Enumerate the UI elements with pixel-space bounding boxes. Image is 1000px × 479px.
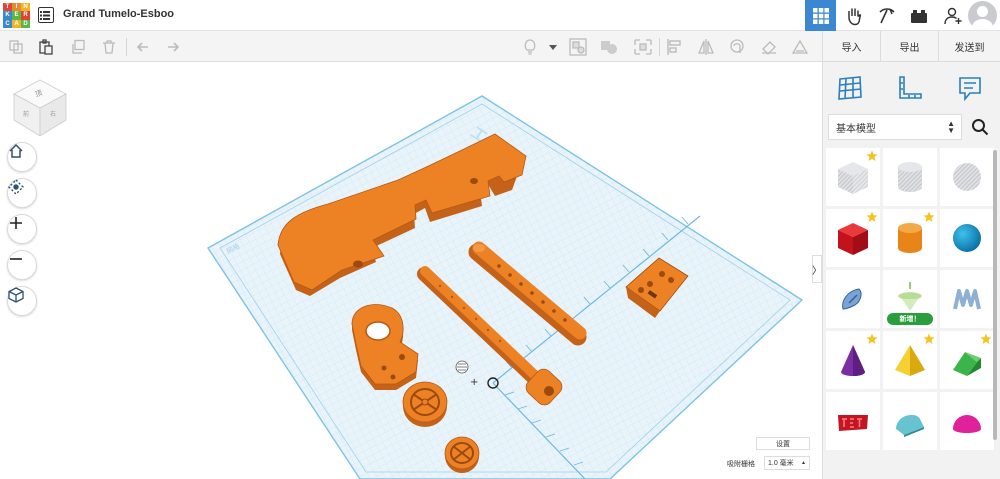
shape-half-cylinder[interactable] bbox=[883, 392, 937, 450]
fit-view-button[interactable] bbox=[7, 178, 37, 208]
cruise-icon[interactable] bbox=[727, 37, 747, 57]
export-button[interactable]: 导出 bbox=[880, 31, 938, 62]
light-bulb-icon[interactable] bbox=[520, 37, 540, 57]
top-bar: TINKERCAD Grand Tumelo-Esboo bbox=[0, 0, 1000, 31]
avatar[interactable] bbox=[968, 1, 997, 30]
delete-icon[interactable] bbox=[99, 37, 119, 57]
shape-half-sphere[interactable] bbox=[940, 392, 994, 450]
logo-letter: T bbox=[3, 3, 12, 12]
notes-tool-icon[interactable] bbox=[952, 70, 988, 106]
ruler-tool-icon[interactable] bbox=[892, 70, 928, 106]
logo-letter: R bbox=[21, 11, 30, 20]
align-icon[interactable] bbox=[665, 37, 685, 57]
view-cube[interactable]: 顶 前 右 bbox=[10, 74, 70, 136]
collapse-panel-button[interactable]: 〉 bbox=[812, 255, 822, 283]
mirror-icon[interactable] bbox=[696, 37, 716, 57]
duplicate-icon[interactable] bbox=[68, 37, 88, 57]
workplane-tool-icon[interactable] bbox=[832, 70, 868, 106]
snap-grid-label: 吸附栅格 bbox=[727, 461, 755, 468]
favorite-star-icon bbox=[923, 333, 935, 344]
shape-cylinder-hole[interactable] bbox=[883, 148, 937, 206]
new-badge: 新增！ bbox=[887, 313, 933, 325]
select-caret-icon: ▲ ▼ bbox=[947, 119, 955, 135]
tinkercad-logo[interactable]: TINKERCAD bbox=[3, 3, 30, 28]
shape-grid: 新增！ bbox=[826, 148, 994, 479]
redo-icon[interactable] bbox=[163, 37, 183, 57]
shape-generator[interactable]: 新增！ bbox=[883, 270, 937, 328]
undo-icon[interactable] bbox=[133, 37, 153, 57]
send-to-button[interactable]: 发送到 bbox=[938, 31, 1000, 62]
favorite-star-icon bbox=[866, 211, 878, 222]
shape-scribble[interactable] bbox=[826, 270, 880, 328]
favorite-star-icon bbox=[866, 150, 878, 161]
logo-letter: N bbox=[21, 3, 30, 12]
shape-pyramid[interactable] bbox=[883, 331, 937, 389]
search-icon[interactable] bbox=[967, 114, 993, 140]
pickaxe-icon[interactable] bbox=[871, 0, 902, 31]
shape-sphere-hole[interactable] bbox=[940, 148, 994, 206]
shape-text[interactable] bbox=[826, 392, 880, 450]
dropdown-caret-icon[interactable] bbox=[543, 37, 563, 57]
zoom-in-button[interactable] bbox=[7, 214, 37, 244]
copy-icon[interactable] bbox=[6, 37, 26, 57]
favorite-star-icon bbox=[980, 333, 992, 344]
perspective-button[interactable] bbox=[7, 286, 37, 316]
workplane-icon[interactable] bbox=[633, 37, 653, 57]
tinkercad-app: TINKERCAD Grand Tumelo-Esboo 导入 导出 发送到 网… bbox=[0, 0, 1000, 479]
shape-cylinder[interactable] bbox=[883, 209, 937, 267]
logo-letter: C bbox=[3, 19, 12, 28]
wheel-model-large[interactable] bbox=[402, 381, 448, 427]
svg-text:前: 前 bbox=[23, 110, 29, 118]
shape-roof[interactable] bbox=[940, 331, 994, 389]
zoom-out-button[interactable] bbox=[7, 250, 37, 280]
svg-text:右: 右 bbox=[50, 110, 56, 118]
paint-icon[interactable] bbox=[759, 37, 779, 57]
group-icon[interactable] bbox=[568, 37, 588, 57]
shape-cone[interactable] bbox=[826, 331, 880, 389]
gallery-hand-icon[interactable] bbox=[838, 0, 869, 31]
shape-box[interactable] bbox=[826, 209, 880, 267]
shape-box-hole[interactable] bbox=[826, 148, 880, 206]
grid-view-icon[interactable] bbox=[805, 0, 836, 31]
design-title[interactable]: Grand Tumelo-Esboo bbox=[63, 8, 174, 20]
logo-letter: K bbox=[3, 11, 12, 20]
add-user-icon[interactable] bbox=[937, 0, 968, 31]
toolbar: 导入 导出 发送到 bbox=[0, 31, 1000, 62]
logo-letter: A bbox=[12, 19, 21, 28]
logo-letter: D bbox=[21, 19, 30, 28]
logo-letter: I bbox=[12, 3, 21, 12]
logo-letter: E bbox=[12, 11, 21, 20]
design-list-icon[interactable] bbox=[38, 7, 54, 23]
scene: 工作平面 网格 bbox=[207, 95, 804, 479]
panel-scrollbar[interactable] bbox=[993, 150, 997, 440]
favorite-star-icon bbox=[923, 211, 935, 222]
wheel-model-small[interactable] bbox=[444, 436, 480, 473]
home-view-button[interactable] bbox=[7, 142, 37, 172]
settings-button[interactable]: 设置 bbox=[756, 437, 810, 450]
ruler-icon[interactable] bbox=[790, 37, 810, 57]
snap-grid-select[interactable]: 1.0 毫米 bbox=[764, 456, 810, 470]
workplane-viewport[interactable]: 工作平面 网格 bbox=[0, 62, 812, 479]
import-button[interactable]: 导入 bbox=[822, 31, 880, 62]
lego-bricks-icon[interactable] bbox=[903, 0, 934, 31]
shape-sphere[interactable] bbox=[940, 209, 994, 267]
shape-text-3d[interactable] bbox=[940, 270, 994, 328]
shapes-panel: 基本模型 ▲ ▼ 新增！ bbox=[822, 62, 1000, 479]
paste-icon[interactable] bbox=[36, 37, 56, 57]
shape-category-label: 基本模型 bbox=[836, 123, 876, 135]
ungroup-icon[interactable] bbox=[599, 37, 619, 57]
shape-category-select[interactable]: 基本模型 ▲ ▼ bbox=[828, 114, 962, 140]
favorite-star-icon bbox=[866, 333, 878, 344]
svg-text:+: + bbox=[470, 377, 478, 388]
